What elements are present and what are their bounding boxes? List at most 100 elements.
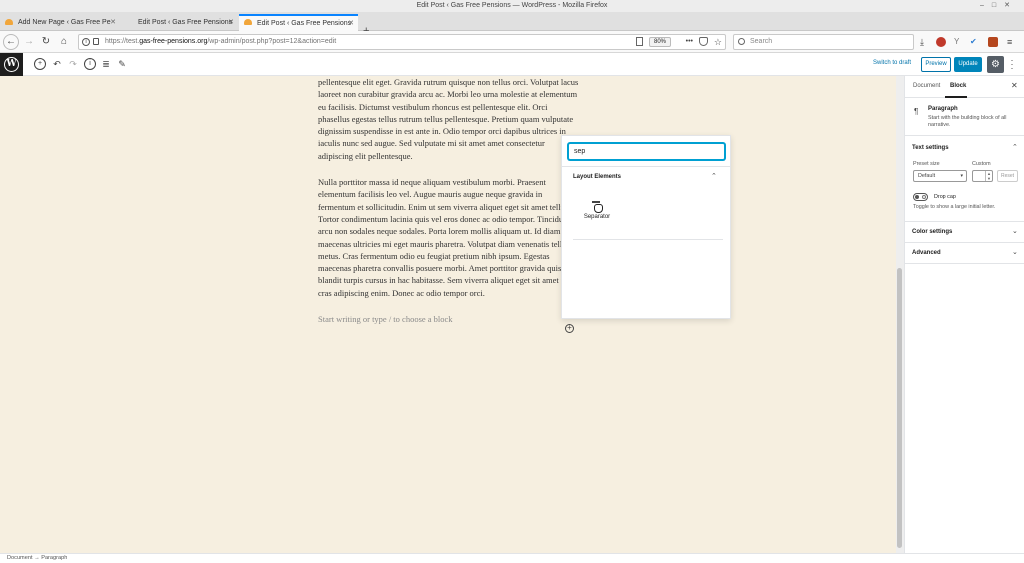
chevron-up-icon[interactable]: ⌃ [711, 172, 717, 180]
empty-block-placeholder[interactable]: Start writing or type / to choose a bloc… [318, 313, 580, 325]
drop-cap-toggle[interactable] [913, 193, 928, 201]
url-prefix: https://test. [105, 38, 140, 45]
block-description: Start with the building block of all nar… [928, 115, 1007, 128]
redo-icon[interactable]: ↷ [67, 58, 79, 70]
window-titlebar: Edit Post ‹ Gas Free Pensions — WordPres… [0, 0, 1024, 12]
block-card: ¶ Paragraph Start with the building bloc… [905, 98, 1024, 136]
preset-size-value: Default [918, 173, 936, 179]
breadcrumb-document[interactable]: Document [7, 555, 33, 561]
editor-scrollbar[interactable] [896, 76, 904, 553]
drop-cap-label[interactable]: Drop cap [934, 194, 956, 200]
chevron-down-icon[interactable]: ⌄ [1012, 227, 1018, 235]
settings-sidebar: Document Block ✕ ¶ Paragraph Start with … [904, 76, 1024, 553]
extension-checkmark-icon[interactable]: ✔ [970, 37, 980, 47]
custom-size-input[interactable]: ▲ ▼ [972, 170, 993, 182]
tab-label: Edit Post ‹ Gas Free Pensions [138, 19, 233, 26]
editor-canvas: pellentesque elit eget. Gravida rutrum q… [0, 76, 896, 553]
hand-cursor-icon [594, 204, 603, 213]
divider [562, 166, 730, 167]
block-search-value: sep [574, 148, 586, 155]
tab-label: Edit Post ‹ Gas Free Pensions [257, 20, 352, 27]
advanced-panel[interactable]: Advanced ⌄ [905, 243, 1024, 264]
tab-strip: Add New Page ‹ Gas Free Pe ✕ Edit Post ‹… [0, 12, 1024, 37]
paragraph-block[interactable]: pellentesque elit eget. Gravida rutrum q… [318, 76, 580, 162]
paragraph-block[interactable]: Nulla porttitor massa id neque aliquam v… [318, 176, 580, 299]
preset-size-select[interactable]: Default ▾ [913, 170, 967, 182]
preview-button[interactable]: Preview [921, 57, 951, 72]
breadcrumb-paragraph[interactable]: Paragraph [41, 555, 67, 561]
close-tab-icon[interactable]: ✕ [110, 14, 116, 31]
close-sidebar-icon[interactable]: ✕ [1011, 81, 1018, 90]
zoom-level-badge[interactable]: 80% [648, 37, 671, 47]
downloads-icon[interactable]: ⤓ [920, 37, 930, 47]
home-icon[interactable]: ⌂ [56, 34, 72, 50]
search-icon [738, 38, 745, 45]
separator-block-item[interactable]: Separator [580, 198, 614, 228]
paragraph-pilcrow-icon: ¶ [914, 107, 919, 116]
wordpress-favicon-icon [5, 19, 13, 25]
panel-title-layout-elements[interactable]: Layout Elements [573, 174, 621, 180]
wordpress-favicon-icon [244, 19, 252, 25]
browser-tab-edit-post-active[interactable]: Edit Post ‹ Gas Free Pensions ✕ [239, 14, 358, 31]
chevron-down-icon[interactable]: ⌄ [1012, 248, 1018, 256]
post-content: pellentesque elit eget. Gravida rutrum q… [318, 76, 580, 325]
chevron-up-icon[interactable]: ⌃ [1012, 143, 1018, 151]
stepper-arrows-icon[interactable]: ▲ ▼ [985, 171, 992, 181]
tab-block[interactable]: Block [950, 83, 966, 89]
back-arrow-icon[interactable]: ← [3, 34, 19, 50]
color-settings-toggle[interactable]: Color settings [912, 229, 952, 235]
url-bar[interactable]: i https://test.gas-free-pensions.org/wp-… [78, 34, 726, 50]
switch-to-draft-button[interactable]: Switch to draft [873, 60, 911, 66]
reload-icon[interactable]: ↻ [38, 34, 54, 50]
url-text[interactable]: https://test.gas-free-pensions.org/wp-ad… [105, 35, 336, 49]
color-settings-panel[interactable]: Color settings ⌄ [905, 222, 1024, 243]
tab-label: Add New Page ‹ Gas Free Pe [18, 19, 111, 26]
browser-tab-add-new-page[interactable]: Add New Page ‹ Gas Free Pe ✕ [0, 14, 120, 31]
drop-cap-help: Toggle to show a large initial letter. [913, 204, 996, 210]
edit-pencil-icon[interactable]: ✎ [116, 58, 128, 70]
wordpress-logo[interactable]: W [0, 53, 23, 76]
site-info-icon[interactable]: i [82, 38, 90, 46]
toggle-off-indicator [922, 195, 926, 199]
scrollbar-thumb[interactable] [897, 268, 902, 548]
search-placeholder: Search [750, 38, 773, 45]
reader-view-icon[interactable] [636, 37, 643, 46]
preset-size-label: Preset size [913, 161, 940, 167]
block-navigation-icon[interactable]: ≣ [100, 58, 112, 70]
search-input[interactable]: Search [733, 34, 914, 50]
wordpress-w-icon: W [4, 57, 19, 72]
settings-gear-icon[interactable]: ⚙ [987, 56, 1004, 73]
page-actions-icon[interactable]: ••• [686, 35, 693, 49]
forward-arrow-icon[interactable]: → [21, 34, 37, 50]
block-inserter-popover: sep Layout Elements ⌃ Separator [561, 135, 731, 319]
toggle-knob [915, 195, 919, 199]
text-settings-toggle[interactable]: Text settings [912, 145, 949, 151]
pocket-icon[interactable] [699, 37, 708, 46]
lock-icon[interactable] [93, 38, 99, 45]
close-tab-icon[interactable]: ✕ [228, 14, 234, 31]
extension-y-icon[interactable]: Y [954, 37, 964, 47]
block-name: Paragraph [928, 106, 958, 112]
close-tab-icon[interactable]: ✕ [348, 16, 354, 31]
url-path: /wp-admin/post.php?post=12&action=edit [207, 38, 337, 45]
reset-button[interactable]: Reset [997, 170, 1018, 182]
bookmark-star-icon[interactable]: ☆ [714, 35, 722, 49]
hamburger-menu-icon[interactable]: ≡ [1007, 37, 1017, 47]
update-button[interactable]: Update [954, 57, 982, 72]
window-controls[interactable]: –□✕ [980, 0, 1018, 12]
window-title: Edit Post ‹ Gas Free Pensions — WordPres… [416, 2, 608, 9]
url-domain: gas-free-pensions.org [139, 38, 208, 45]
more-options-icon[interactable]: · · · [1010, 56, 1014, 73]
undo-icon[interactable]: ↶ [51, 58, 63, 70]
divider [573, 239, 723, 240]
block-search-input[interactable]: sep [568, 143, 725, 160]
tab-document[interactable]: Document [913, 83, 940, 89]
add-block-icon[interactable]: + [34, 58, 46, 70]
add-block-plus-icon[interactable]: + [565, 324, 574, 333]
ublock-shield-icon[interactable] [936, 37, 946, 47]
extension-square-icon[interactable] [988, 37, 998, 47]
breadcrumb-separator-icon: → [34, 555, 40, 561]
info-icon[interactable]: i [84, 58, 96, 70]
advanced-toggle[interactable]: Advanced [912, 250, 941, 256]
browser-tab-edit-post-1[interactable]: Edit Post ‹ Gas Free Pensions ✕ [120, 14, 238, 31]
